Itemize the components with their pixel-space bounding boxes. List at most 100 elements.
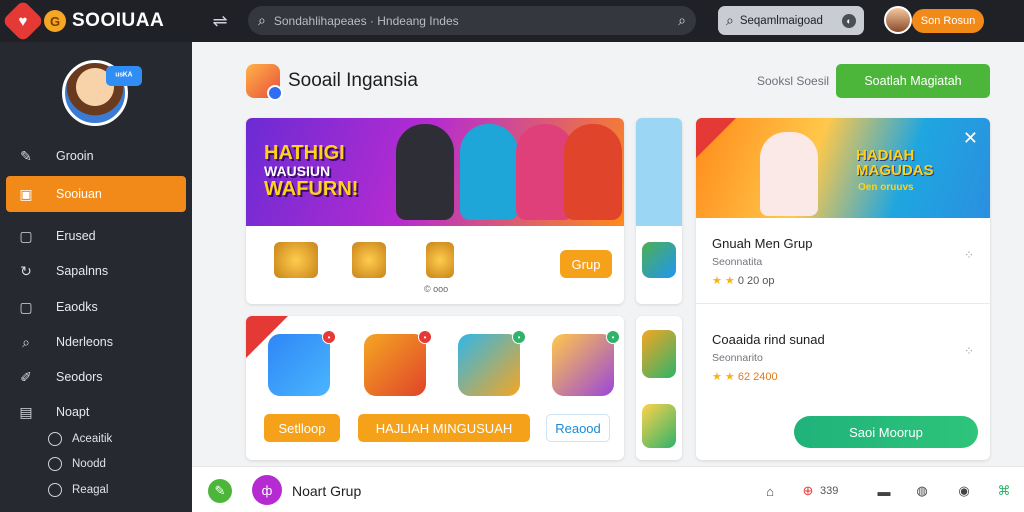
game-thumb <box>642 404 676 448</box>
sidebar-item-eaodks[interactable]: ▢ Eaodks <box>6 289 186 325</box>
sidebar-item-label: Erused <box>56 229 96 243</box>
star-icon: ★ ★ <box>712 275 735 287</box>
user-avatar[interactable] <box>884 6 912 34</box>
edit-icon: ▢ <box>19 298 33 315</box>
app-name: SOOIUAA <box>72 10 165 31</box>
star-icon: ★ ★ <box>712 371 735 383</box>
promo-card: HATHIGI WAUSIUN WAFURN! © ooo Grup <box>246 118 624 304</box>
sidebar-item-label: Eaodks <box>56 300 98 314</box>
app-icon <box>246 64 283 101</box>
top-action-button[interactable]: Son Rosun <box>912 9 984 33</box>
more-icon[interactable]: ⁘ <box>964 344 974 358</box>
square-icon: ▢ <box>19 227 33 244</box>
bell-icon[interactable]: ◉ <box>952 479 976 503</box>
secondary-search[interactable]: ⌕ Seqamlmaigoad ◐ <box>718 6 864 35</box>
sidebar-item-label: Grooin <box>56 149 94 163</box>
sidebar-subitem-label: Reagal <box>72 484 109 496</box>
coin-stack-icon <box>426 242 454 278</box>
circle-icon <box>48 457 62 471</box>
sidebar-subitem[interactable]: Reagal <box>48 479 168 501</box>
promo-banner[interactable]: HATHIGI WAUSIUN WAFURN! <box>246 118 624 226</box>
sidebar-item-label: Nderleons <box>56 335 113 349</box>
search-icon: ⌕ <box>258 12 266 28</box>
character-figure <box>564 124 622 220</box>
circle-icon <box>48 483 62 497</box>
close-icon[interactable]: ✕ <box>963 128 978 149</box>
game-tile-dog[interactable] <box>268 334 330 396</box>
badge-icon: • <box>322 330 336 344</box>
header-link[interactable]: Sooksl Soesil <box>757 74 829 88</box>
search-icon: ⌕ <box>22 333 30 350</box>
more-icon[interactable]: ⁘ <box>964 248 974 262</box>
sidebar-item-label: Sapalnns <box>56 264 109 278</box>
notification-count: 339 <box>820 485 839 497</box>
gift-icon[interactable]: ⌘ <box>992 479 1016 503</box>
chat-icon: ▣ <box>19 185 33 202</box>
sidebar-item-seodors[interactable]: ✐ Seodors <box>6 359 186 395</box>
sidebar-item-grooin[interactable]: ✎ Grooin <box>6 138 186 174</box>
reward-chest-icon <box>274 242 318 278</box>
bottom-bar: ✎ ф Noart Grup ⌂ ⊕ 339 ▬ ◍ ◉ ⌘ <box>192 466 1024 512</box>
header-cta-button[interactable]: Soatlah Magiatah <box>836 64 990 98</box>
mic-icon[interactable]: ◍ <box>910 479 934 503</box>
heart-icon: ♥ <box>1 0 45 43</box>
carousel-peek-card[interactable] <box>636 316 682 460</box>
group-avatar[interactable]: ф <box>252 475 282 505</box>
character-figure <box>460 124 518 220</box>
top-bar: ♥ G SOOIUAA ⇌ ⌕ ⌕ ⌕ Seqamlmaigoad ◐ Son … <box>0 0 1024 43</box>
reaood-button[interactable]: Reaood <box>546 414 610 442</box>
group-row[interactable]: Coaaida rind sunad Seonnarito ★ ★ 62 240… <box>696 314 990 400</box>
character-figure <box>760 132 818 216</box>
leaf-icon[interactable]: ✎ <box>208 479 232 503</box>
sidebar-subitem[interactable]: Noodd <box>48 453 168 475</box>
panel-cta-button[interactable]: Saoi Moorup <box>794 416 978 448</box>
sidebar-item-nderleons[interactable]: ⌕ Nderleons <box>6 324 186 360</box>
hajliah-button[interactable]: HAJLIAH MINGUSUAH <box>358 414 530 442</box>
clear-icon[interactable]: ◐ <box>842 13 856 28</box>
sidebar-subitem-label: Noodd <box>72 458 106 470</box>
group-rating: ★ ★ 0 20 op <box>712 275 775 287</box>
star-icon: ✐ <box>20 368 32 385</box>
group-sub: Seonnarito <box>712 352 763 364</box>
carousel-peek-card[interactable] <box>636 118 682 304</box>
sliders-icon[interactable]: ⇌ <box>208 10 232 32</box>
group-row[interactable]: Gnuah Men Grup Seonnatita ★ ★ 0 20 op ⁘ <box>696 218 990 304</box>
group-rating: ★ ★ 62 2400 <box>712 371 778 383</box>
app-logo[interactable]: ♥ G SOOIUAA <box>1 0 165 43</box>
setlloop-button[interactable]: Setlloop <box>264 414 340 442</box>
search-input[interactable] <box>273 13 671 28</box>
game-tile-boy[interactable] <box>552 334 614 396</box>
group-name: Coaaida rind sunad <box>712 332 825 347</box>
crate-icon <box>352 242 386 278</box>
game-tile-girl[interactable] <box>364 334 426 396</box>
pin-icon: ✎ <box>20 147 32 164</box>
profile-badge: ᵘˢᴷᴬ <box>106 66 142 86</box>
sidebar-item-noapt[interactable]: ▤ Noapt <box>6 394 186 430</box>
badge-icon: • <box>512 330 526 344</box>
sidebar-item-sooiuan[interactable]: ▣ Sooiuan <box>6 176 186 212</box>
home-icon[interactable]: ⌂ <box>758 479 782 503</box>
card-icon[interactable]: ▬ <box>872 479 896 503</box>
group-panel: HADIAH MAGUDAS Oen oruuvs ✕ Gnuah Men Gr… <box>696 118 990 460</box>
circle-icon <box>48 432 62 446</box>
promo-banner-text: HATHIGI WAUSIUN WAFURN! <box>264 142 359 200</box>
panel-banner-text: HADIAH MAGUDAS <box>856 147 934 179</box>
game-thumb <box>642 242 676 278</box>
grup-button[interactable]: Grup <box>560 250 612 278</box>
search-icon-right[interactable]: ⌕ <box>678 12 686 29</box>
bottom-group-label: Noart Grup <box>292 483 362 499</box>
game-tile-crate[interactable] <box>458 334 520 396</box>
search-bar[interactable]: ⌕ ⌕ <box>248 6 696 35</box>
secondary-search-text: Seqamlmaigoad <box>739 14 823 27</box>
sidebar: ᵘˢᴷᴬ ✎ Grooin ▣ Sooiuan ▢ Erused ↻ Sapal… <box>0 42 192 512</box>
promo-caption: © ooo <box>424 284 449 294</box>
notification-icon[interactable]: ⊕ <box>796 479 820 503</box>
sidebar-subitem-label: Aceaitik <box>72 433 113 445</box>
folder-icon: ▤ <box>19 403 33 420</box>
badge-icon: • <box>418 330 432 344</box>
sidebar-subitem[interactable]: Aceaitik <box>48 428 168 450</box>
sidebar-item-erused[interactable]: ▢ Erused <box>6 218 186 254</box>
sidebar-item-sapalnns[interactable]: ↻ Sapalnns <box>6 253 186 289</box>
game-row-card: • • • • Setlloop HAJLIAH MINGUSUAH Reaoo… <box>246 316 624 460</box>
game-thumb <box>642 330 676 378</box>
